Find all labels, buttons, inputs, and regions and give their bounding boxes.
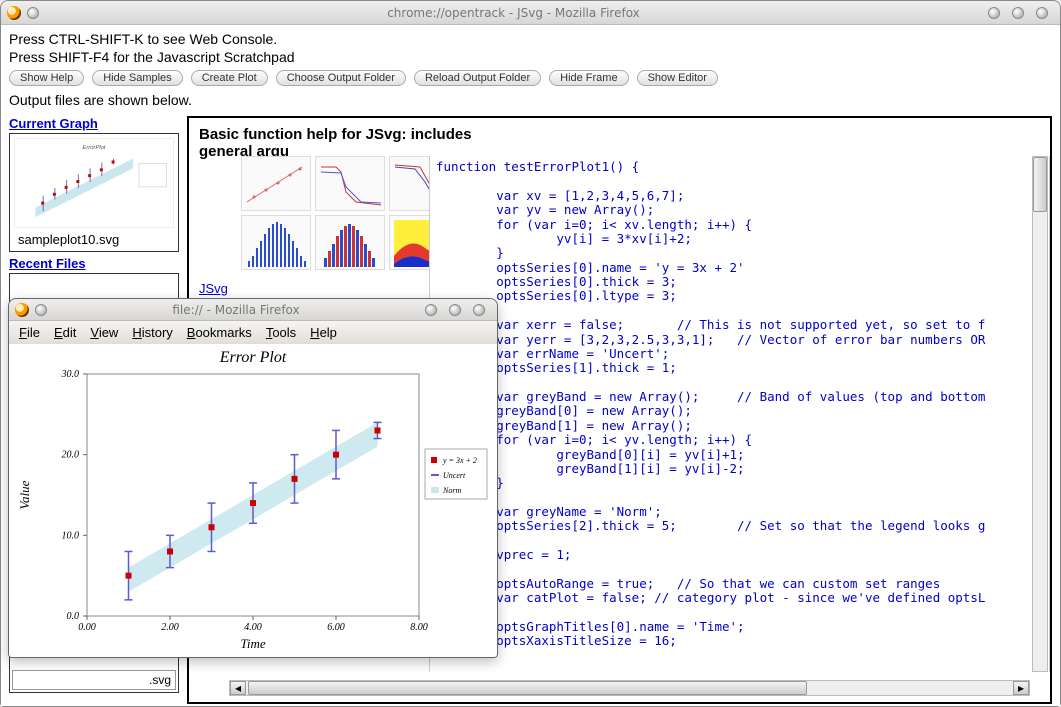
scrollbar-thumb[interactable] [1033,157,1047,212]
recent-files-label[interactable]: Recent Files [9,256,179,271]
scroll-left-icon[interactable]: ◂ [230,681,246,695]
sample-thumb[interactable] [315,156,385,211]
popup-titlebar: file:// - Mozilla Firefox [9,299,497,321]
minimize-button[interactable] [425,304,437,316]
svg-text:Error Plot: Error Plot [219,349,287,366]
output-label: Output files are shown below. [9,92,1052,108]
toolbar-button-choose-output-folder[interactable]: Choose Output Folder [276,70,406,86]
svg-text:ErrorPlot: ErrorPlot [82,145,105,151]
file-suffix-input[interactable] [12,670,176,690]
popup-title: file:// - Mozilla Firefox [53,303,419,317]
toolbar-button-reload-output-folder[interactable]: Reload Output Folder [414,70,541,86]
scroll-right-icon[interactable]: ▸ [1013,681,1029,695]
toolbar-button-show-editor[interactable]: Show Editor [637,70,718,86]
menu-help[interactable]: Help [310,325,337,340]
popup-menubar: File Edit View History Bookmarks Tools Help [9,321,497,344]
svg-text:Time: Time [240,636,266,651]
window-title: chrome://opentrack - JSvg - Mozilla Fire… [45,6,982,20]
code-content: function testErrorPlot1() { var xv = [1,… [430,156,1049,653]
current-graph-label[interactable]: Current Graph [9,116,179,131]
firefox-icon [15,303,29,317]
thumb-image: ErrorPlot [14,138,174,228]
svg-text:Norm: Norm [442,486,461,495]
menu-edit[interactable]: Edit [54,325,76,340]
maximize-button[interactable] [1012,7,1024,19]
menu-tools[interactable]: Tools [266,325,296,340]
plot-popup-window: file:// - Mozilla Firefox File Edit View Hi… [8,298,498,658]
svg-text:8.00: 8.00 [410,622,428,633]
doc-link[interactable]: JSvg [199,281,235,298]
menu-file[interactable]: File [19,325,40,340]
window-button[interactable] [27,7,39,19]
toolbar: Show Help Hide Samples Create Plot Choose O… [9,70,1052,86]
maximize-button[interactable] [449,304,461,316]
toolbar-button-create-plot[interactable]: Create Plot [191,70,268,86]
code-pane[interactable]: function testErrorPlot1() { var xv = [1,… [429,156,1050,672]
help-text-2: Press SHIFT-F4 for the Javascript Scratc… [9,49,1052,67]
menu-history[interactable]: History [132,325,172,340]
svg-text:Uncert: Uncert [443,471,466,480]
sample-thumb[interactable] [241,156,311,211]
svg-text:4.00: 4.00 [244,622,262,633]
svg-text:20.0: 20.0 [62,450,80,461]
toolbar-button-hide-frame[interactable]: Hide Frame [549,70,628,86]
menu-view[interactable]: View [90,325,118,340]
svg-text:y = 3x + 2: y = 3x + 2 [442,456,477,465]
error-plot-chart: Error Plot 0.00 2.00 4.00 6.00 8.00 0.0 10.0 20.… [9,344,497,654]
toolbar-button-show-help[interactable]: Show Help [9,70,84,86]
plot-area: Error Plot 0.00 2.00 4.00 6.00 8.00 0.0 10.0 20.… [9,344,497,657]
main-titlebar: chrome://opentrack - JSvg - Mozilla Fire… [1,1,1060,25]
svg-text:Value: Value [17,480,32,509]
svg-text:30.0: 30.0 [61,369,80,380]
vertical-scrollbar[interactable] [1032,156,1048,672]
scrollbar-thumb[interactable] [248,681,807,695]
menu-bookmarks[interactable]: Bookmarks [187,325,252,340]
sample-thumb[interactable] [241,215,311,270]
horizontal-scrollbar[interactable]: ◂ ▸ [229,680,1030,696]
svg-text:0.00: 0.00 [78,622,96,633]
svg-text:10.0: 10.0 [62,530,80,541]
window-button[interactable] [35,304,47,316]
current-graph-thumb[interactable]: ErrorPlot [9,133,179,252]
toolbar-button-hide-samples[interactable]: Hide Samples [92,70,182,86]
minimize-button[interactable] [988,7,1000,19]
close-button[interactable] [473,304,485,316]
help-text-1: Press CTRL-SHIFT-K to see Web Console. [9,31,1052,49]
firefox-icon [7,6,21,20]
svg-text:6.00: 6.00 [327,622,345,633]
sample-thumb[interactable] [315,215,385,270]
svg-text:0.0: 0.0 [67,611,80,622]
close-button[interactable] [1036,7,1048,19]
svg-text:2.00: 2.00 [161,622,179,633]
thumb-caption: sampleplot10.svg [14,228,174,247]
